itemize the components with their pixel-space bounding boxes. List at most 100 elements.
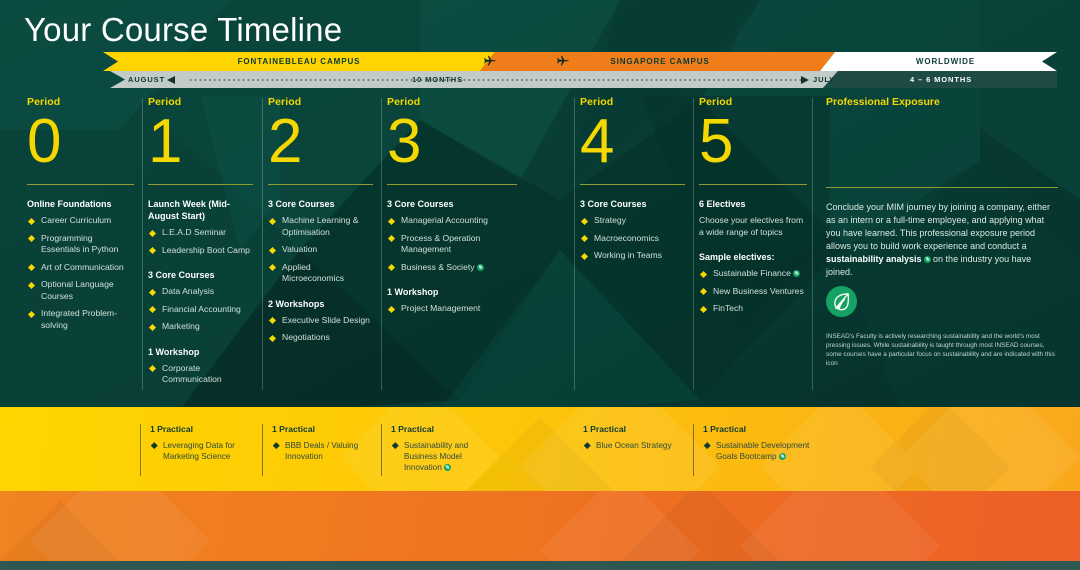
list-item: Valuation [268,244,373,256]
practical-item-list: Blue Ocean Strategy [583,440,703,451]
section-item-list: Strategy Macroeconomics Working in Teams [580,215,685,262]
timeline-start-month: AUGUST [128,75,166,84]
sustainability-icon [778,453,786,460]
practical-item-list: Sustainable Development Goals Bootcamp [703,440,813,462]
electives-description: Choose your electives from a wide range … [699,215,804,237]
section-heading: Sample electives: [699,252,775,262]
period-rule [27,184,134,185]
sustainability-icon [792,270,800,277]
period-rule [387,184,517,185]
practical-heading: 1 Practical [391,424,434,434]
practical-divider [262,424,263,476]
list-item: Process & Operation Management [387,233,517,256]
column-divider [381,98,382,390]
professional-exposure-body: Conclude your MIM journey by joining a c… [826,201,1058,279]
practical-column-5: 1 Practical Sustainable Development Goal… [693,424,813,476]
section-heading: 3 Core Courses [580,199,647,209]
list-item-text: Sustainable Development Goals Bootcamp [716,441,810,461]
list-item: Machine Learning & Optimisation [268,215,373,238]
list-item: Optional Language Courses [27,279,134,302]
section-item-list: Corporate Communication [148,363,253,386]
list-item: New Business Ventures [699,286,807,298]
timeline-segment-fontainebleau: FONTAINEBLEAU CAMPUS [237,57,361,66]
sustainability-icon [923,256,931,263]
list-item: Blue Ocean Strategy [583,440,703,451]
section-heading: 6 Electives [699,199,746,209]
practical-band: 1 Practical Leveraging Data for Marketin… [0,407,1080,491]
list-item: BBB Deals / Valuing Innovation [272,440,382,462]
practical-divider [381,424,382,476]
period-number: 5 [699,107,733,176]
section-heading: 3 Core Courses [268,199,335,209]
list-item: Applied Microeconomics [268,262,373,285]
section-item-list: Data Analysis Financial Accounting Marke… [148,286,253,333]
section-heading: 3 Core Courses [148,270,215,280]
list-item: FinTech [699,303,807,315]
list-item: L.E.A.D Seminar [148,227,253,239]
practical-divider [140,424,141,476]
list-item: Strategy [580,215,685,227]
practical-column-3: 1 Practical Sustainability and Business … [381,424,501,476]
list-item: Leveraging Data for Marketing Science [150,440,260,462]
leaf-circle-icon [826,286,857,317]
professional-exposure-heading: Professional Exposure [826,96,940,108]
section-heading: 1 Workshop [148,346,200,357]
timeline-banner: FONTAINEBLEAU CAMPUS SINGAPORE CAMPUS WO… [0,52,1080,88]
infographic-root: Your Course Timeline FONTAINEBLEAU CAMPU… [0,0,1080,570]
section-heading: Launch Week (Mid-August Start) [148,199,230,221]
section-item-list: Project Management [387,303,517,315]
list-item-text: Sustainability and Business Model Innova… [404,441,469,472]
period-column-0: Period 0 Online Foundations Career Curri… [27,96,134,337]
section-item-list: Sustainable Finance New Business Venture… [699,268,807,315]
section-item-list: Executive Slide Design Negotiations [268,315,373,344]
column-divider [693,98,694,390]
practical-heading: 1 Practical [150,424,193,434]
practical-column-4: 1 Practical Blue Ocean Strategy [583,424,703,451]
period-number: 2 [268,107,302,176]
practical-divider [693,424,694,476]
airplane-icon-2 [557,55,569,66]
practical-item-list: Sustainability and Business Model Innova… [391,440,501,473]
footer-strip [0,561,1080,570]
section-heading: 3 Core Courses [387,199,454,209]
list-item: Negotiations [268,332,373,344]
timeline-worldwide-duration: 4 – 6 MONTHS [910,75,973,84]
list-item: Managerial Accounting [387,215,517,227]
list-item: Corporate Communication [148,363,253,386]
list-item: Sustainability and Business Model Innova… [391,440,501,473]
timeline-segment-singapore: SINGAPORE CAMPUS [610,57,710,66]
period-column-5: Period 5 6 Electives Choose your electiv… [699,96,807,321]
pe-body-bold: sustainability analysis [826,254,922,264]
list-item: Data Analysis [148,286,253,298]
list-item: Macroeconomics [580,233,685,245]
list-item: Sustainable Development Goals Bootcamp [703,440,813,462]
list-item: Executive Slide Design [268,315,373,327]
timeline-end-month: JULY [813,75,836,84]
period-rule [699,184,807,185]
pe-body-pre: Conclude your MIM journey by joining a c… [826,202,1050,251]
column-divider [262,98,263,390]
section-heading: 2 Workshops [268,298,325,309]
timeline-segment-worldwide: WORLDWIDE [915,57,976,66]
column-divider [574,98,575,390]
period-column-3: Period 3 3 Core Courses Managerial Accou… [387,96,517,321]
list-item: Financial Accounting [148,304,253,316]
career-band-pattern [0,491,940,561]
professional-exposure-column: Professional Exposure Conclude your MIM … [826,96,1058,367]
list-item: Working in Teams [580,250,685,262]
sustainability-icon [476,263,484,271]
list-item-text: Sustainable Finance [713,268,791,278]
section-item-list: Career Curriculum Programming Essentials… [27,215,134,331]
period-rule [148,184,253,185]
list-item: Business & Society [387,262,517,274]
practical-column-2: 1 Practical BBB Deals / Valuing Innovati… [262,424,382,476]
list-item: Leadership Boot Camp [148,245,253,257]
period-columns: Period 0 Online Foundations Career Curri… [0,96,1080,396]
section-item-list: Machine Learning & Optimisation Valuatio… [268,215,373,285]
professional-exposure-rule [826,187,1058,188]
list-item: Sustainable Finance [699,268,807,280]
practical-heading: 1 Practical [272,424,315,434]
period-number: 3 [387,107,421,176]
period-column-2: Period 2 3 Core Courses Machine Learning… [268,96,373,350]
period-column-4: Period 4 3 Core Courses Strategy Macroec… [580,96,685,268]
